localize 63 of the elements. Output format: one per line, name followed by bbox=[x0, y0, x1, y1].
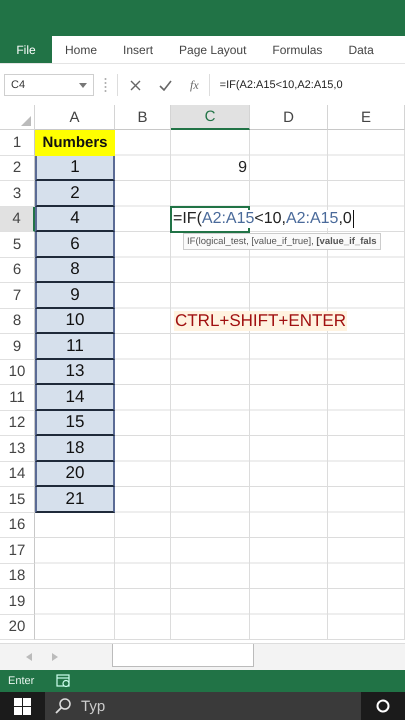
table-cell: 9 bbox=[238, 159, 247, 178]
row-header[interactable]: 20 bbox=[0, 614, 35, 640]
column-header[interactable]: E bbox=[328, 105, 405, 130]
row-header[interactable]: 10 bbox=[0, 360, 35, 385]
row-header[interactable]: 3 bbox=[0, 181, 35, 206]
row-header[interactable]: 2 bbox=[0, 156, 35, 181]
table-cell: 9 bbox=[35, 283, 115, 308]
function-tooltip: IF(logical_test, [value_if_true], [value_if_fals bbox=[183, 233, 381, 250]
formula-field[interactable]: =IF(A2:A15<10,A2:A15,0 bbox=[210, 79, 343, 91]
row-header[interactable]: 16 bbox=[0, 512, 35, 538]
cell-formula[interactable]: =IF(A2:A15<10,A2:A15,0 bbox=[173, 210, 354, 228]
table-cell: 11 bbox=[35, 334, 115, 360]
search-icon bbox=[55, 698, 71, 714]
table-cell: 6 bbox=[35, 232, 115, 258]
table-cell: Numbers bbox=[35, 130, 115, 156]
row-header[interactable]: 5 bbox=[0, 232, 35, 258]
shortcut-note: CTRL+SHIFT+ENTER bbox=[174, 311, 347, 332]
circle-icon bbox=[376, 699, 390, 713]
row-header[interactable]: 18 bbox=[0, 564, 35, 589]
table-cell: 2 bbox=[35, 181, 115, 206]
name-box[interactable]: C4 bbox=[4, 74, 94, 96]
cancel-icon[interactable] bbox=[130, 80, 141, 90]
ribbon-tab[interactable]: Home bbox=[52, 36, 110, 63]
grip-icon bbox=[104, 77, 107, 93]
ribbon-tab[interactable]: Formulas bbox=[259, 36, 336, 63]
table-cell: 15 bbox=[35, 410, 115, 436]
row-header[interactable]: 13 bbox=[0, 436, 35, 462]
row-header[interactable]: 4 bbox=[0, 206, 35, 232]
column-header[interactable]: D bbox=[250, 105, 328, 130]
ribbon-tab[interactable]: Insert bbox=[110, 36, 166, 63]
ribbon-tab[interactable]: Page Layout bbox=[166, 36, 260, 63]
table-cell: 4 bbox=[35, 206, 115, 232]
status-mode: Enter bbox=[8, 675, 34, 687]
row-header[interactable]: 8 bbox=[0, 308, 35, 334]
macro-record-icon[interactable] bbox=[56, 674, 72, 688]
ribbon-tab[interactable]: Data bbox=[335, 36, 387, 63]
insert-function-button[interactable]: fx bbox=[190, 78, 199, 92]
row-header[interactable]: 6 bbox=[0, 258, 35, 283]
row-header[interactable]: 15 bbox=[0, 487, 35, 512]
row-header[interactable]: 12 bbox=[0, 410, 35, 436]
row-header[interactable]: 9 bbox=[0, 334, 35, 360]
table-cell: 21 bbox=[35, 487, 115, 512]
row-header[interactable]: 19 bbox=[0, 589, 35, 614]
row-header[interactable]: 1 bbox=[0, 130, 35, 156]
row-header[interactable]: 14 bbox=[0, 462, 35, 487]
table-cell: 8 bbox=[35, 258, 115, 283]
table-cell: 18 bbox=[35, 436, 115, 462]
row-header[interactable]: 7 bbox=[0, 283, 35, 308]
dropdown-icon bbox=[79, 82, 87, 88]
row-header[interactable]: 17 bbox=[0, 538, 35, 564]
table-cell: 10 bbox=[35, 308, 115, 334]
column-header[interactable]: A bbox=[35, 105, 115, 130]
column-header[interactable]: C bbox=[171, 105, 250, 130]
table-cell: 14 bbox=[35, 385, 115, 410]
windows-icon bbox=[14, 698, 31, 714]
search-field[interactable]: Typ bbox=[45, 692, 361, 720]
row-header[interactable]: 11 bbox=[0, 385, 35, 410]
column-header[interactable]: B bbox=[115, 105, 171, 130]
table-cell: 13 bbox=[35, 360, 115, 385]
table-cell: 1 bbox=[35, 156, 115, 181]
check-icon[interactable] bbox=[159, 80, 172, 90]
ribbon-tab[interactable]: File bbox=[0, 36, 52, 63]
table-cell: 20 bbox=[35, 462, 115, 487]
